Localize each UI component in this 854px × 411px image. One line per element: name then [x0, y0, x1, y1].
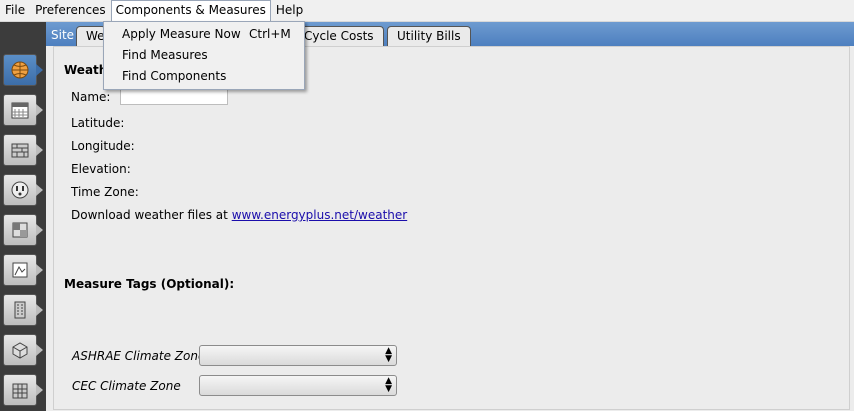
building-icon — [14, 301, 26, 319]
nav-facility-tab[interactable] — [3, 294, 43, 326]
find-measures-label: Find Measures — [122, 48, 208, 62]
menu-bar: File Preferences Components & Measures H… — [0, 0, 854, 22]
menu-components-measures[interactable]: Components & Measures — [110, 0, 271, 21]
apply-measure-now-shortcut: Ctrl+M — [249, 27, 291, 41]
outlet-icon — [11, 181, 29, 199]
cec-climate-zone-select[interactable]: ▲ ▼ — [199, 375, 397, 396]
calendar-icon — [11, 102, 29, 119]
nav-site-tab[interactable] — [3, 54, 43, 86]
download-weather-text: Download weather files at www.energyplus… — [71, 208, 407, 222]
globe-icon — [11, 61, 29, 79]
latitude-label: Latitude: — [71, 116, 125, 130]
menu-find-measures[interactable]: Find Measures — [104, 45, 304, 65]
nav-constructions-tab[interactable] — [3, 134, 43, 166]
name-label: Name: — [71, 90, 111, 104]
timezone-label: Time Zone: — [71, 185, 139, 199]
nav-spaces-tab[interactable] — [3, 334, 43, 366]
menu-file[interactable]: File — [0, 0, 30, 21]
facility-icon — [12, 383, 28, 399]
ashrae-climate-zone-select[interactable]: ▲ ▼ — [199, 345, 397, 366]
nav-geometry-tab[interactable] — [3, 254, 43, 286]
nav-thermal-zones-tab[interactable] — [3, 374, 43, 406]
constructions-icon — [11, 143, 29, 158]
elevation-label: Elevation: — [71, 162, 131, 176]
nav-loads-tab[interactable] — [3, 174, 43, 206]
tab-utility-bills[interactable]: Utility Bills — [387, 26, 471, 46]
download-weather-prefix: Download weather files at — [71, 208, 228, 222]
menu-apply-measure-now[interactable]: Apply Measure Now Ctrl+M — [104, 24, 304, 44]
components-measures-menu: Apply Measure Now Ctrl+M Find Measures F… — [103, 21, 305, 90]
energyplus-weather-link[interactable]: www.energyplus.net/weather — [232, 208, 408, 222]
name-input[interactable] — [120, 88, 228, 105]
apply-measure-now-label: Apply Measure Now — [122, 27, 241, 41]
vertical-nav — [0, 22, 46, 411]
drawing-icon — [12, 262, 28, 278]
weather-heading: Weath — [64, 63, 108, 77]
nav-schedules-tab[interactable] — [3, 94, 43, 126]
updown-arrow-icon: ▲ ▼ — [385, 376, 392, 394]
measure-tags-heading: Measure Tags (Optional): — [64, 277, 235, 291]
cec-climate-zone-label: CEC Climate Zone — [72, 379, 181, 393]
spacetypes-icon — [12, 222, 28, 238]
tab-life-cycle-costs[interactable]: Cycle Costs — [294, 26, 384, 46]
find-components-label: Find Components — [122, 69, 227, 83]
updown-arrow-icon: ▲ ▼ — [385, 346, 392, 364]
site-label: Site — [51, 28, 75, 42]
ashrae-climate-zone-label: ASHRAE Climate Zone — [72, 349, 206, 363]
geometry-icon — [12, 342, 28, 359]
menu-preferences[interactable]: Preferences — [30, 0, 111, 21]
longitude-label: Longitude: — [71, 139, 135, 153]
tab-weather[interactable]: We — [76, 26, 106, 46]
menu-find-components[interactable]: Find Components — [104, 66, 304, 86]
nav-space-types-tab[interactable] — [3, 214, 43, 246]
menu-help[interactable]: Help — [271, 0, 308, 21]
